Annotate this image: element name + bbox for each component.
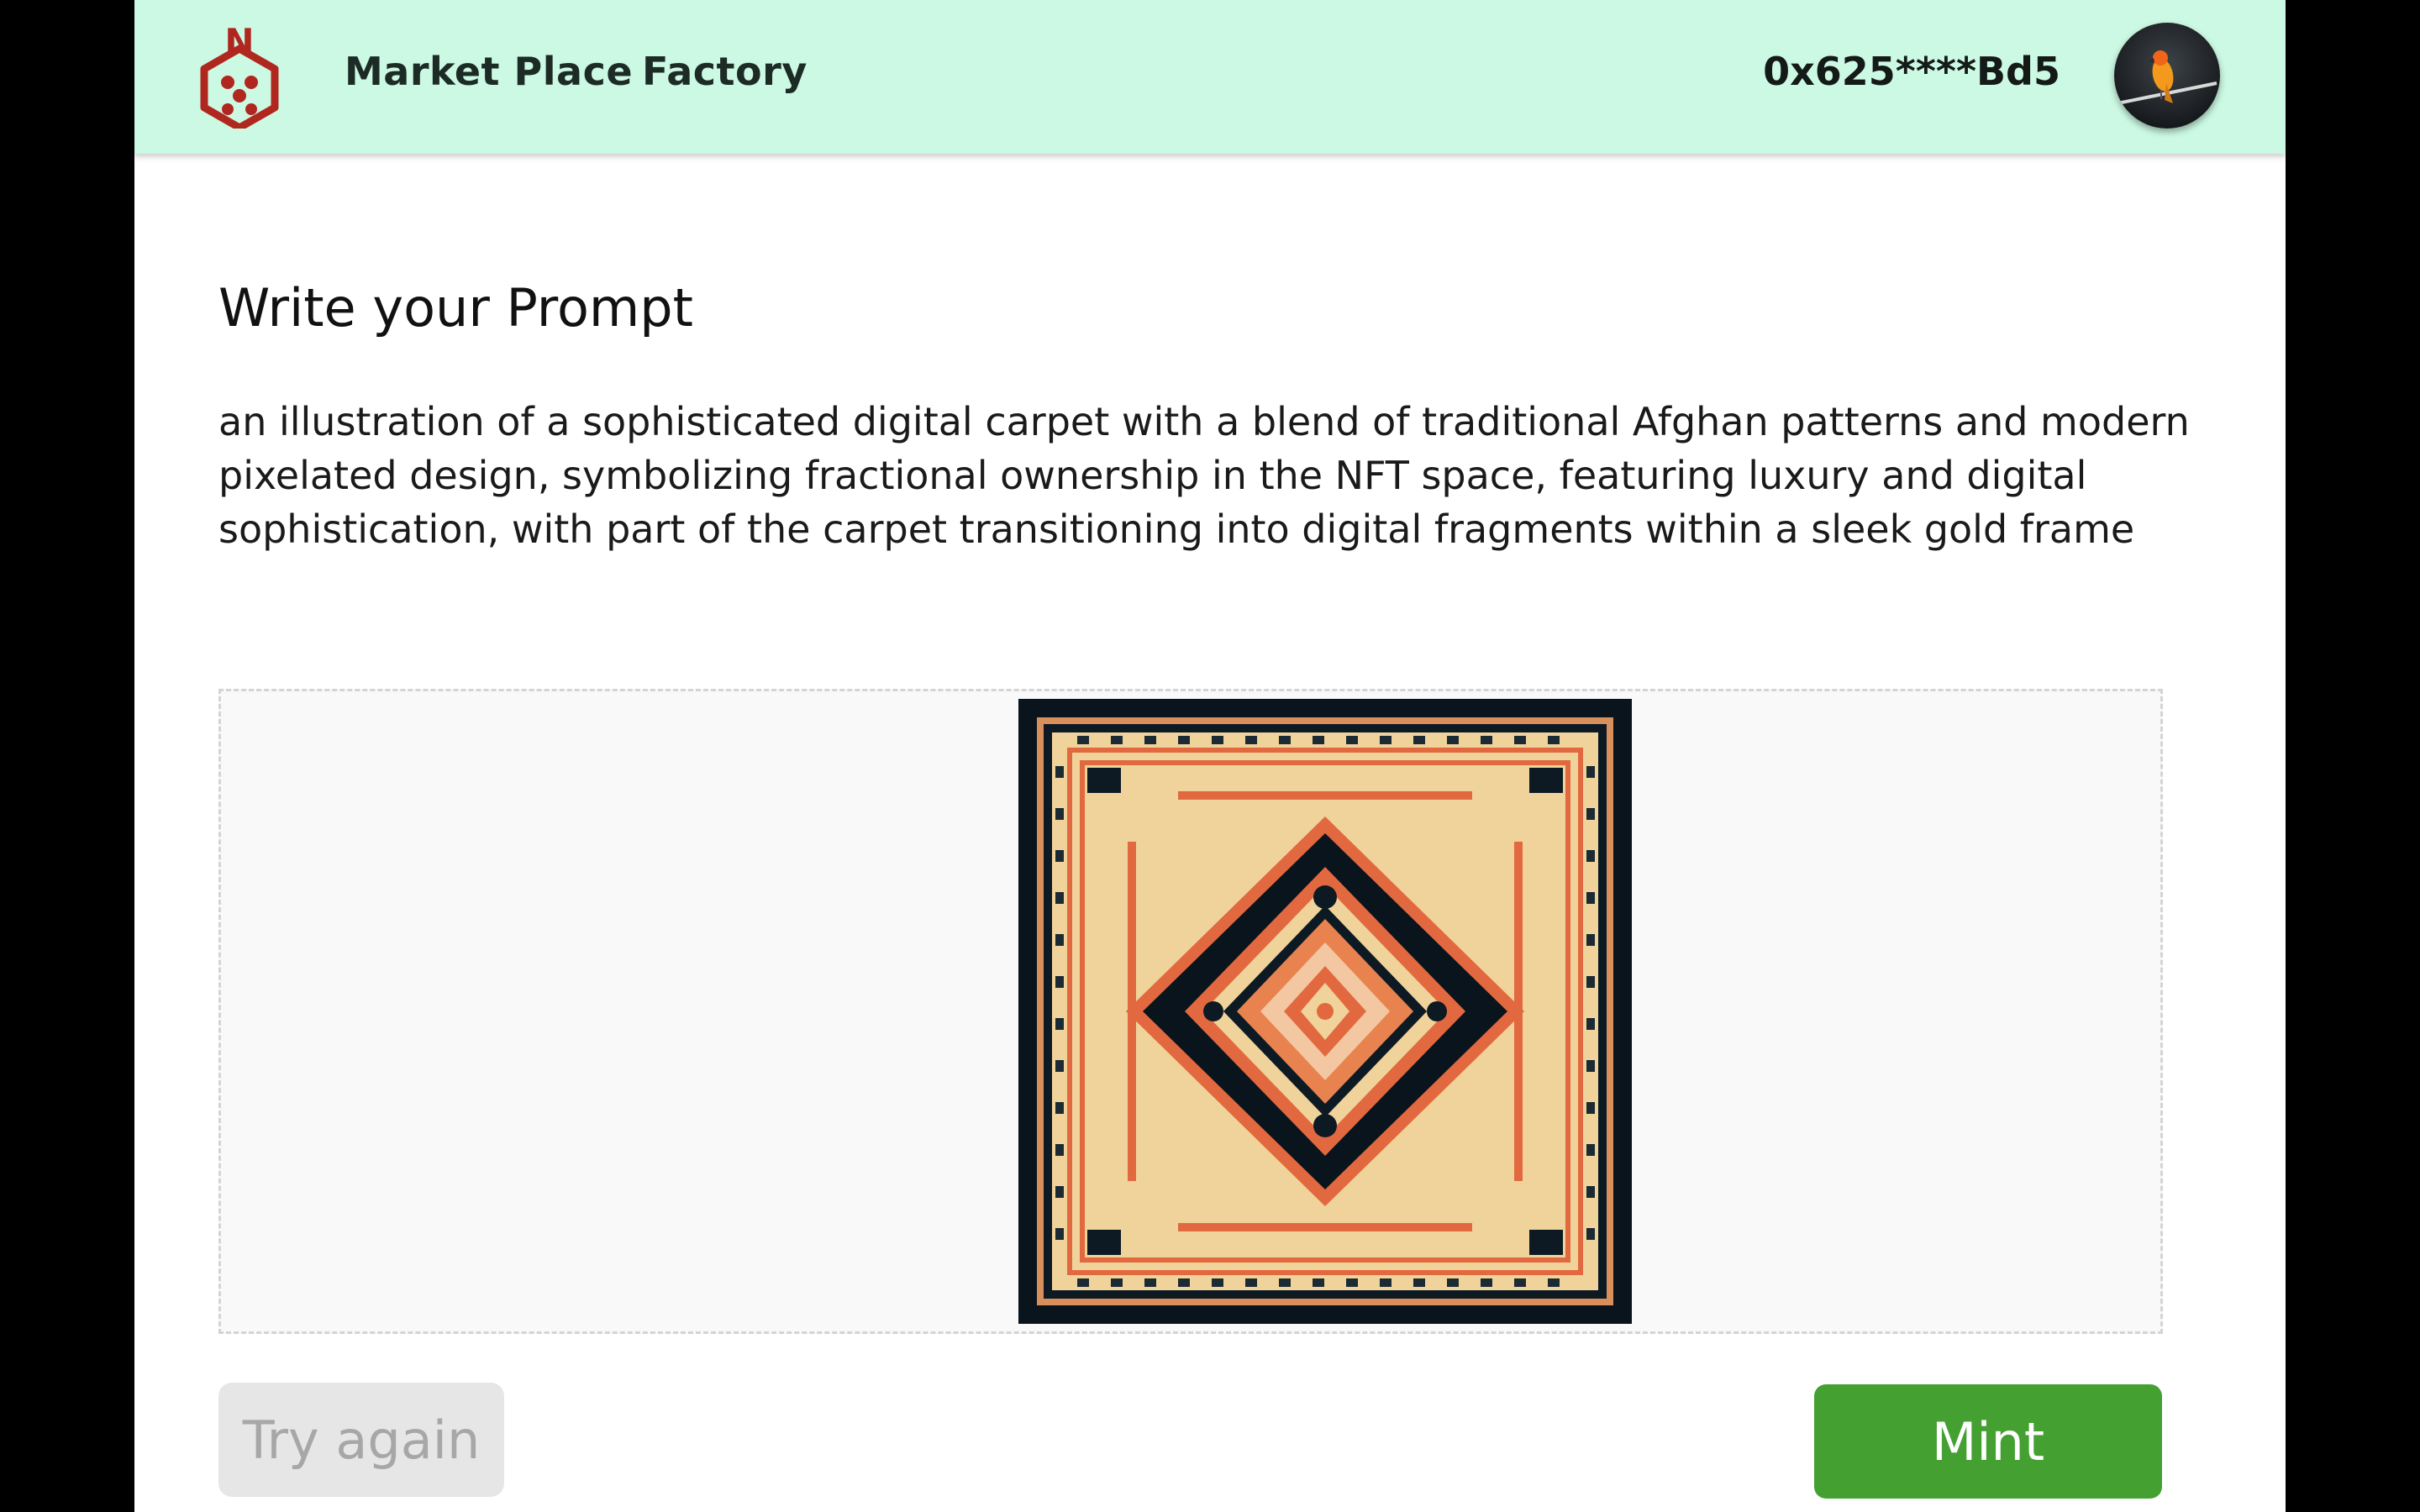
top-navbar: N Market Place Factory 0x625****Bd5 (134, 0, 2286, 154)
try-again-button[interactable]: Try again (218, 1383, 504, 1497)
user-avatar[interactable] (2114, 23, 2220, 129)
app-window: N Market Place Factory 0x625****Bd5 Writ… (134, 0, 2286, 1512)
generated-carpet-image[interactable] (1018, 699, 1632, 1324)
hexagon-dice-logo-icon[interactable]: N (197, 21, 281, 132)
parrot-avatar-icon (2114, 23, 2220, 129)
mint-button[interactable]: Mint (1814, 1384, 2162, 1499)
nav-market-place-link[interactable]: Market Place (345, 49, 633, 94)
prompt-heading: Write your Prompt (218, 277, 693, 339)
nav-factory-link[interactable]: Factory (642, 49, 808, 94)
wallet-address[interactable]: 0x625****Bd5 (1763, 49, 2060, 94)
prompt-text: an illustration of a sophisticated digit… (218, 399, 2190, 552)
